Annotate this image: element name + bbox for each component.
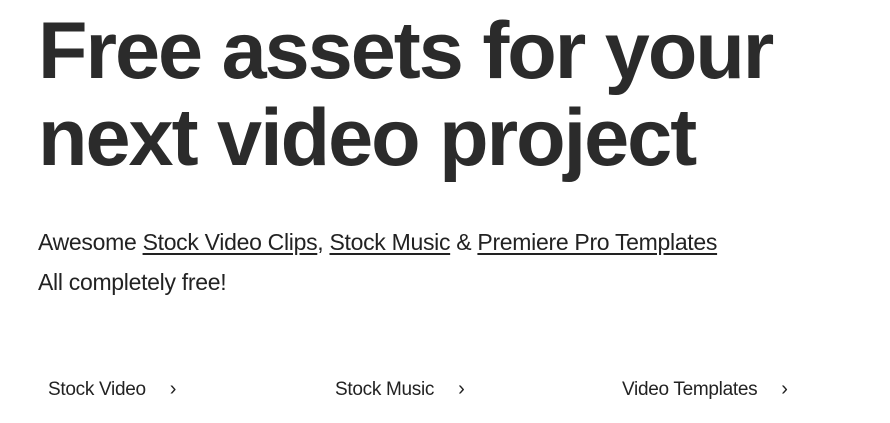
free-text: All completely free! bbox=[38, 269, 227, 295]
title-line-1: Free assets for your bbox=[38, 6, 774, 96]
nav-video-templates[interactable]: Video Templates › bbox=[622, 378, 788, 401]
chevron-right-icon: › bbox=[781, 378, 788, 400]
lead-text: Awesome bbox=[38, 229, 143, 255]
premiere-pro-templates-link[interactable]: Premiere Pro Templates bbox=[477, 229, 717, 255]
chevron-right-icon: › bbox=[458, 378, 465, 400]
chevron-right-icon: › bbox=[169, 378, 177, 400]
nav-stock-music[interactable]: Stock Music › bbox=[335, 378, 465, 401]
separator: , bbox=[317, 229, 330, 255]
nav-label: Stock Music bbox=[335, 378, 435, 400]
hero-subtitle: Awesome Stock Video Clips, Stock Music &… bbox=[38, 222, 717, 302]
separator: & bbox=[450, 229, 478, 255]
hero-title: Free assets for your next video project bbox=[38, 6, 774, 183]
nav-label: Stock Video bbox=[48, 378, 146, 400]
stock-video-clips-link[interactable]: Stock Video Clips bbox=[143, 229, 318, 255]
nav-label: Video Templates bbox=[622, 378, 758, 400]
nav-stock-video[interactable]: Stock Video › bbox=[48, 378, 176, 401]
title-line-2: next video project bbox=[38, 93, 697, 183]
stock-music-link[interactable]: Stock Music bbox=[329, 229, 450, 255]
